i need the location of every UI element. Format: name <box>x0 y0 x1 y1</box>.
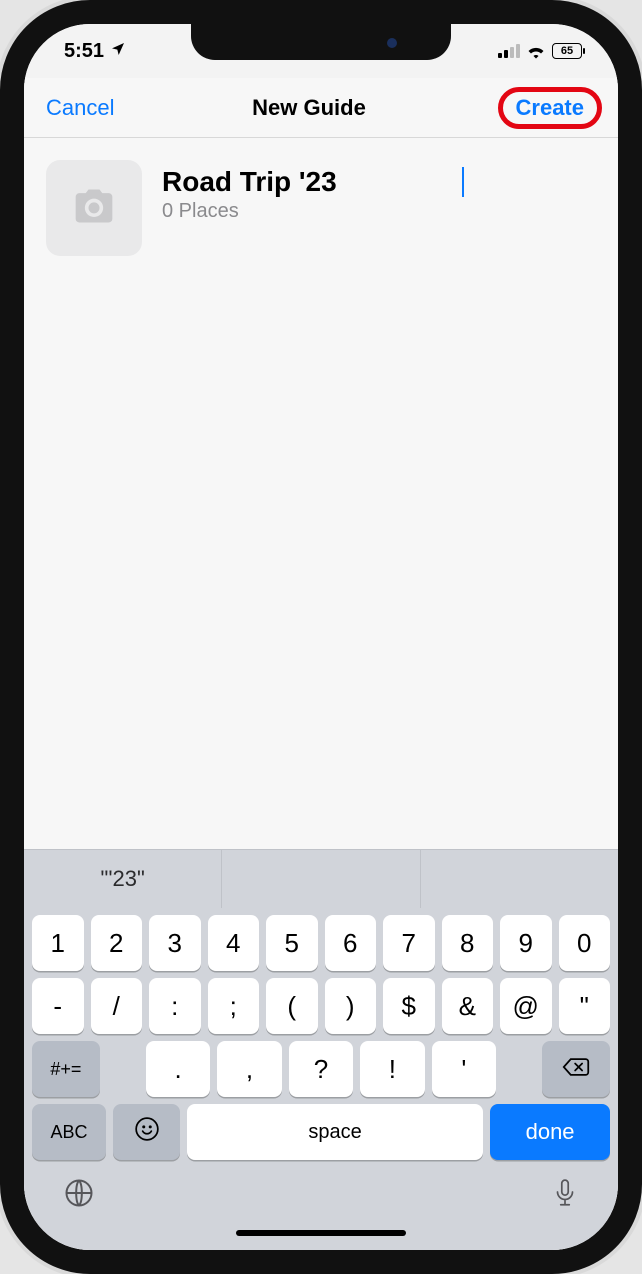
key-row-4: ABC space done <box>24 1097 618 1160</box>
key-done[interactable]: done <box>490 1104 610 1160</box>
key-quote[interactable]: " <box>559 978 611 1034</box>
key-exclaim[interactable]: ! <box>360 1041 424 1097</box>
key-dash[interactable]: - <box>32 978 84 1034</box>
create-button-wrap: Create <box>504 91 596 125</box>
cellular-signal-icon <box>498 44 520 58</box>
keyboard-bottom-bar <box>24 1160 618 1220</box>
create-button[interactable]: Create <box>516 95 584 121</box>
key-3[interactable]: 3 <box>149 915 201 971</box>
places-subtitle: 0 Places <box>162 200 464 223</box>
key-abc[interactable]: ABC <box>32 1104 106 1160</box>
key-4[interactable]: 4 <box>208 915 260 971</box>
key-6[interactable]: 6 <box>325 915 377 971</box>
screen: 5:51 65 <box>24 24 618 1250</box>
device-notch <box>191 24 451 60</box>
key-dollar[interactable]: $ <box>383 978 435 1034</box>
key-apostrophe[interactable]: ' <box>432 1041 496 1097</box>
status-right: 65 <box>498 43 582 59</box>
guide-cover-thumbnail[interactable] <box>46 160 142 256</box>
key-row-3: #+= . , ? ! ' <box>24 1034 618 1097</box>
key-space[interactable]: space <box>187 1104 483 1160</box>
key-open-paren[interactable]: ( <box>266 978 318 1034</box>
text-cursor <box>462 167 464 197</box>
guide-row: 0 Places <box>46 160 596 256</box>
modal-navbar: Cancel New Guide Create <box>24 78 618 138</box>
key-0[interactable]: 0 <box>559 915 611 971</box>
wifi-icon <box>526 43 546 59</box>
key-semicolon[interactable]: ; <box>208 978 260 1034</box>
key-comma[interactable]: , <box>217 1041 281 1097</box>
globe-icon[interactable] <box>64 1178 94 1213</box>
key-backspace[interactable] <box>542 1041 610 1097</box>
guide-name-input[interactable] <box>162 166 462 198</box>
prediction-3[interactable] <box>421 850 618 908</box>
key-at[interactable]: @ <box>500 978 552 1034</box>
key-question[interactable]: ? <box>289 1041 353 1097</box>
key-emoji[interactable] <box>113 1104 180 1160</box>
key-9[interactable]: 9 <box>500 915 552 971</box>
location-arrow-icon <box>110 41 126 62</box>
battery-icon: 65 <box>552 43 582 59</box>
prediction-1[interactable]: "'23" <box>24 850 222 908</box>
key-2[interactable]: 2 <box>91 915 143 971</box>
key-slash[interactable]: / <box>91 978 143 1034</box>
key-1[interactable]: 1 <box>32 915 84 971</box>
battery-percent: 65 <box>561 45 573 57</box>
key-colon[interactable]: : <box>149 978 201 1034</box>
status-time: 5:51 <box>64 40 104 63</box>
mic-icon[interactable] <box>552 1178 578 1213</box>
modal-title: New Guide <box>252 95 366 121</box>
predictive-bar: "'23" <box>24 850 618 908</box>
key-symbol-shift[interactable]: #+= <box>32 1041 100 1097</box>
key-row-1: 1 2 3 4 5 6 7 8 9 0 <box>24 908 618 971</box>
home-indicator[interactable] <box>236 1230 406 1236</box>
emoji-icon <box>134 1116 160 1149</box>
cancel-button[interactable]: Cancel <box>46 95 114 121</box>
key-period[interactable]: . <box>146 1041 210 1097</box>
content-area: 0 Places <box>24 138 618 849</box>
key-7[interactable]: 7 <box>383 915 435 971</box>
backspace-icon <box>562 1054 590 1085</box>
key-8[interactable]: 8 <box>442 915 494 971</box>
status-left: 5:51 <box>64 40 126 63</box>
camera-icon <box>72 184 116 233</box>
prediction-2[interactable] <box>222 850 420 908</box>
key-5[interactable]: 5 <box>266 915 318 971</box>
key-row-2: - / : ; ( ) $ & @ " <box>24 971 618 1034</box>
key-amp[interactable]: & <box>442 978 494 1034</box>
ios-keyboard: "'23" 1 2 3 4 5 6 7 8 9 0 - / : ; <box>24 849 618 1250</box>
key-close-paren[interactable]: ) <box>325 978 377 1034</box>
iphone-device-frame: 5:51 65 <box>0 0 642 1274</box>
